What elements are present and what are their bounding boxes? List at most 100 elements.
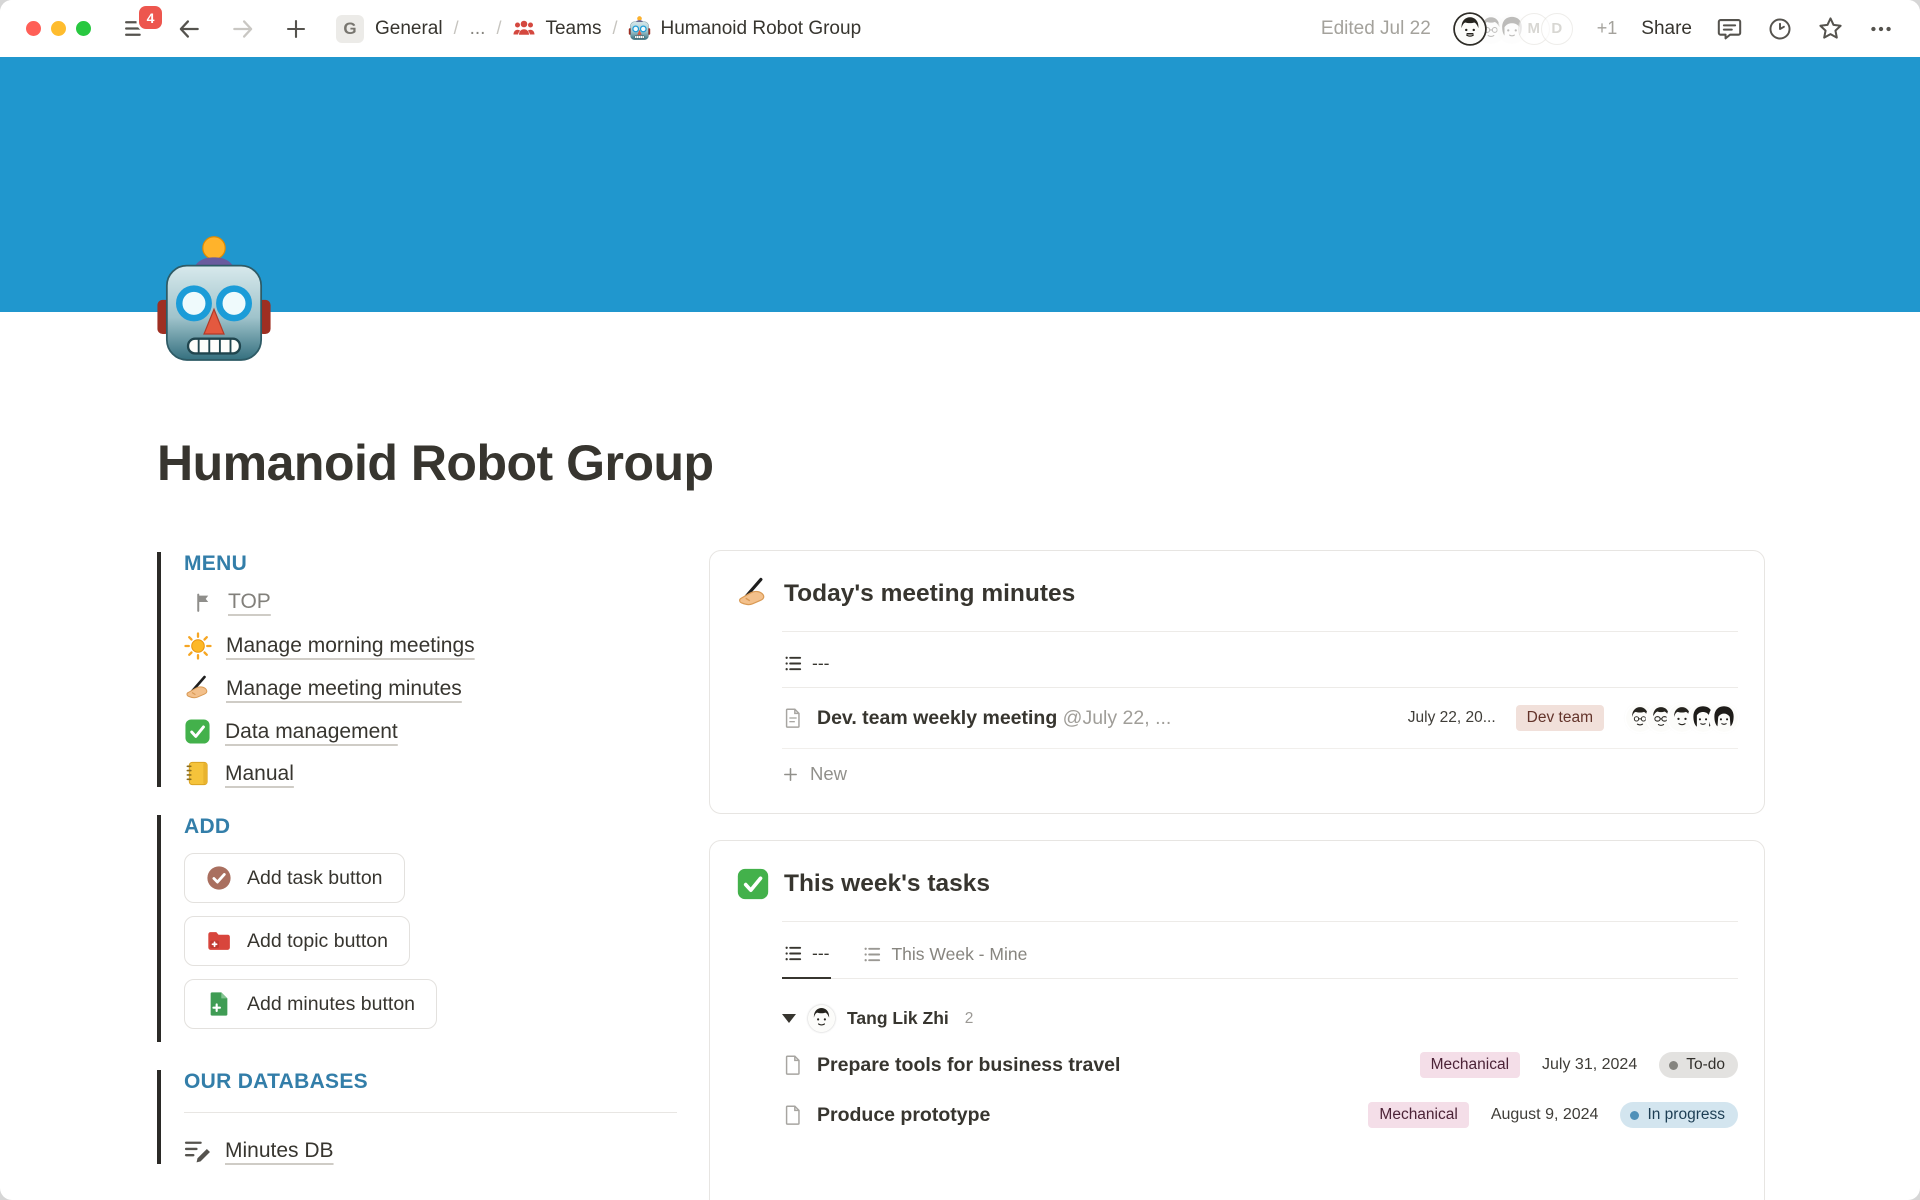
menu-link-label: Manage morning meetings xyxy=(226,634,475,658)
view-tab-this-week-mine[interactable]: This Week - Mine xyxy=(861,934,1029,978)
list-view-icon xyxy=(784,944,803,963)
more-options-button[interactable] xyxy=(1868,16,1894,42)
add-task-button[interactable]: Add task button xyxy=(184,853,405,903)
add-heading: ADD xyxy=(184,815,677,839)
category-tag: Mechanical xyxy=(1368,1102,1468,1128)
meeting-date-mention: @July 22, ... xyxy=(1063,707,1172,729)
task-title: Produce prototype xyxy=(817,1104,990,1127)
breadcrumb-page-label: Humanoid Robot Group xyxy=(660,18,861,40)
ledger-icon xyxy=(184,760,211,787)
meeting-minutes-card: Today's meeting minutes --- xyxy=(709,550,1765,814)
page-title: Humanoid Robot Group xyxy=(0,312,1920,492)
chevron-down-icon[interactable] xyxy=(782,1014,796,1023)
divider xyxy=(782,631,1738,632)
view-tab-default[interactable]: --- xyxy=(782,644,831,687)
file-plus-icon xyxy=(206,991,232,1017)
menu-link-label: TOP xyxy=(228,590,271,614)
view-tab-label: This Week - Mine xyxy=(891,944,1027,965)
avatar xyxy=(808,1005,835,1032)
new-row-label: New xyxy=(810,763,847,785)
meeting-date-property: July 22, 20... xyxy=(1408,709,1496,727)
task-row[interactable]: Prepare tools for business travel Mechan… xyxy=(782,1040,1738,1090)
close-window-button[interactable] xyxy=(26,21,41,36)
avatar xyxy=(1455,14,1485,44)
forward-button[interactable] xyxy=(230,16,256,42)
topbar: 4 xyxy=(0,0,1920,57)
cover-banner[interactable] xyxy=(0,57,1920,312)
breadcrumb-page[interactable]: Humanoid Robot Group xyxy=(628,16,861,41)
new-row-button[interactable]: New xyxy=(782,749,1738,789)
new-tab-button[interactable] xyxy=(284,17,308,41)
back-arrow-icon xyxy=(176,16,202,42)
add-section: ADD Add task button xyxy=(157,815,677,1042)
page-icon xyxy=(782,1054,804,1076)
workspace-chip[interactable]: G xyxy=(336,15,364,43)
menu-link-morning-meetings[interactable]: Manage morning meetings xyxy=(184,632,677,660)
view-tab-label: --- xyxy=(812,653,829,674)
status-dot xyxy=(1669,1061,1678,1070)
green-check-icon xyxy=(736,867,770,901)
menu-section: MENU TOP xyxy=(157,552,677,787)
divider xyxy=(782,921,1738,922)
avatar-initial-d: D xyxy=(1541,13,1573,45)
divider xyxy=(184,1112,677,1113)
plus-icon xyxy=(284,17,308,41)
page-right-column: Today's meeting minutes --- xyxy=(709,550,1765,1200)
task-row[interactable]: Produce prototype Mechanical August 9, 2… xyxy=(782,1090,1738,1140)
sidebar-toggle-button[interactable]: 4 xyxy=(123,16,148,41)
forward-arrow-icon xyxy=(230,16,256,42)
avatar xyxy=(1710,704,1738,732)
favorite-button[interactable] xyxy=(1817,15,1844,42)
menu-link-top[interactable]: TOP xyxy=(184,590,677,614)
add-topic-button[interactable]: Add topic button xyxy=(184,916,410,966)
breadcrumb: G General / ... / Teams / xyxy=(336,15,861,43)
databases-heading: OUR DATABASES xyxy=(184,1070,677,1094)
share-button[interactable]: Share xyxy=(1641,18,1692,40)
menu-link-label: Manual xyxy=(225,762,294,786)
app-window: 4 xyxy=(0,0,1920,1200)
status-badge: In progress xyxy=(1620,1102,1738,1128)
menu-link-data-management[interactable]: Data management xyxy=(184,718,677,745)
menu-link-label: Data management xyxy=(225,720,398,744)
status-dot xyxy=(1630,1111,1639,1120)
page-left-column: MENU TOP xyxy=(157,550,677,1192)
menu-heading: MENU xyxy=(184,552,677,576)
folder-plus-icon xyxy=(206,928,232,954)
minutes-db-link[interactable]: Minutes DB xyxy=(184,1137,677,1164)
list-view-icon xyxy=(784,654,803,673)
attendee-avatar-stack xyxy=(1626,704,1738,732)
back-button[interactable] xyxy=(176,16,202,42)
minimize-window-button[interactable] xyxy=(51,21,66,36)
group-name: Tang Lik Zhi xyxy=(847,1008,949,1029)
breadcrumb-general[interactable]: General xyxy=(375,18,443,40)
databases-section: OUR DATABASES Minutes DB xyxy=(157,1070,677,1164)
meeting-title: Dev. team weekly meeting @July 22, ... xyxy=(817,707,1171,730)
writing-hand-icon xyxy=(736,577,770,611)
ellipsis-icon xyxy=(1868,16,1894,42)
due-date: July 31, 2024 xyxy=(1542,1056,1637,1074)
menu-link-manual[interactable]: Manual xyxy=(184,760,677,787)
comment-icon xyxy=(1716,15,1743,42)
status-badge: To-do xyxy=(1659,1052,1738,1078)
breadcrumb-ellipsis[interactable]: ... xyxy=(470,18,486,40)
group-header-row[interactable]: Tang Lik Zhi 2 xyxy=(782,997,1738,1040)
breadcrumb-separator: / xyxy=(454,18,459,39)
flag-icon xyxy=(193,592,214,613)
history-button[interactable] xyxy=(1767,16,1793,42)
comments-button[interactable] xyxy=(1716,15,1743,42)
add-minutes-button[interactable]: Add minutes button xyxy=(184,979,437,1029)
view-tab-default[interactable]: --- xyxy=(782,934,831,979)
dev-team-tag: Dev team xyxy=(1516,705,1604,731)
page-robot-icon[interactable] xyxy=(155,235,273,367)
avatar-overflow-count[interactable]: +1 xyxy=(1597,18,1618,39)
presence-avatar-stack[interactable]: M D xyxy=(1455,13,1573,45)
list-view-icon xyxy=(863,945,882,964)
menu-link-meeting-minutes[interactable]: Manage meeting minutes xyxy=(184,675,677,703)
breadcrumb-teams[interactable]: Teams xyxy=(512,17,601,41)
minutes-db-label: Minutes DB xyxy=(225,1139,334,1163)
zoom-window-button[interactable] xyxy=(76,21,91,36)
green-check-icon xyxy=(184,718,211,745)
plus-icon xyxy=(782,766,799,783)
breadcrumb-separator: / xyxy=(612,18,617,39)
meeting-row[interactable]: Dev. team weekly meeting @July 22, ... J… xyxy=(782,688,1738,749)
